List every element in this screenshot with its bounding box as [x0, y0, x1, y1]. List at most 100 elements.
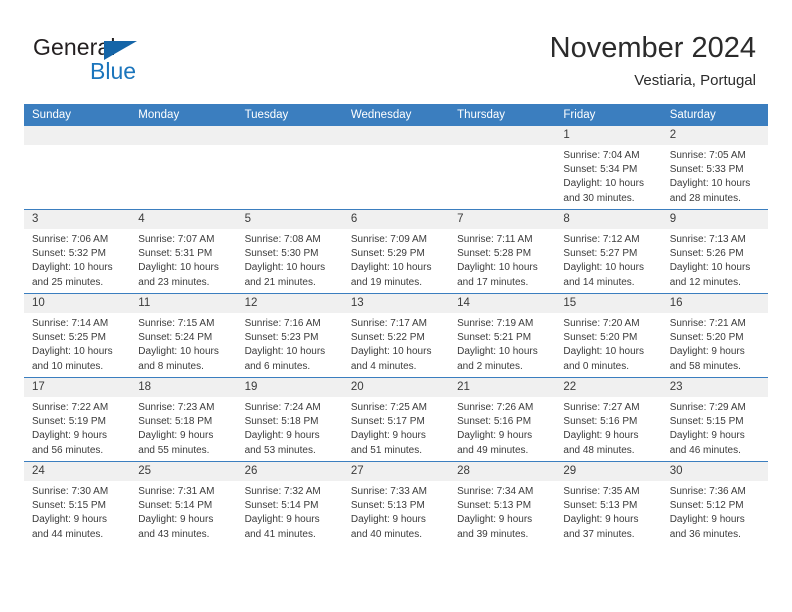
- day-cell-inner: 9 Sunrise: 7:13 AM Sunset: 5:26 PM Daylight…: [661, 210, 768, 293]
- calendar-day-cell[interactable]: 7 Sunrise: 7:11 AM Sunset: 5:28 PM Daylight…: [449, 209, 556, 294]
- sunset-text: Sunset: 5:13 PM: [457, 500, 532, 512]
- calendar-day-cell[interactable]: 27 Sunrise: 7:33 AM Sunset: 5:13 PM Dayligh…: [342, 461, 450, 545]
- day-number: 8: [555, 210, 662, 229]
- calendar-day-cell[interactable]: 2 Sunrise: 7:05 AM Sunset: 5:33 PM Daylight…: [661, 126, 768, 210]
- sunrise-text: Sunrise: 7:14 AM: [32, 318, 109, 329]
- page-title: November 2024: [549, 32, 756, 64]
- sunrise-text: Sunrise: 7:29 AM: [669, 402, 746, 413]
- day-cell-inner: 26 Sunrise: 7:32 AM Sunset: 5:14 PM Dayligh…: [236, 462, 343, 545]
- day-number: [236, 126, 343, 145]
- sunset-text: Sunset: 5:13 PM: [563, 500, 638, 512]
- calendar-day-cell[interactable]: 20 Sunrise: 7:25 AM Sunset: 5:17 PM Dayligh…: [342, 377, 450, 462]
- sunset-text: Sunset: 5:15 PM: [669, 416, 744, 428]
- calendar-day-cell[interactable]: 24 Sunrise: 7:30 AM Sunset: 5:15 PM Dayligh…: [24, 461, 131, 545]
- daylight-text: Daylight: 9 hours and 36 minutes.: [669, 514, 745, 540]
- day-cell-inner: 28 Sunrise: 7:34 AM Sunset: 5:13 PM Dayligh…: [449, 462, 556, 545]
- sunrise-text: Sunrise: 7:34 AM: [457, 486, 534, 497]
- daylight-text: Daylight: 10 hours and 30 minutes.: [563, 178, 645, 204]
- calendar-day-cell[interactable]: 19 Sunrise: 7:24 AM Sunset: 5:18 PM Dayligh…: [236, 377, 343, 462]
- sunrise-text: Sunrise: 7:06 AM: [32, 234, 109, 245]
- day-cell-inner: 24 Sunrise: 7:30 AM Sunset: 5:15 PM Dayligh…: [24, 462, 131, 545]
- calendar-day-cell[interactable]: 11 Sunrise: 7:15 AM Sunset: 5:24 PM Dayligh…: [130, 293, 237, 378]
- day-cell-inner: 16 Sunrise: 7:21 AM Sunset: 5:20 PM Dayligh…: [661, 294, 768, 377]
- calendar-day-cell[interactable]: 13 Sunrise: 7:17 AM Sunset: 5:22 PM Dayligh…: [342, 293, 450, 378]
- sunset-text: Sunset: 5:30 PM: [244, 248, 319, 260]
- day-number: 28: [449, 462, 556, 481]
- day-cell-inner: 18 Sunrise: 7:23 AM Sunset: 5:18 PM Dayligh…: [130, 378, 237, 461]
- calendar-day-cell[interactable]: 18 Sunrise: 7:23 AM Sunset: 5:18 PM Dayligh…: [130, 377, 237, 462]
- day-details: Sunrise: 7:36 AM Sunset: 5:12 PM Daylight:…: [662, 481, 768, 542]
- calendar-day-cell[interactable]: 21 Sunrise: 7:26 AM Sunset: 5:16 PM Dayligh…: [449, 377, 556, 462]
- day-number: 21: [449, 378, 556, 397]
- sunset-text: Sunset: 5:31 PM: [138, 248, 213, 260]
- sunrise-text: Sunrise: 7:16 AM: [244, 318, 321, 329]
- sunset-text: Sunset: 5:20 PM: [563, 332, 638, 344]
- calendar-day-cell[interactable]: 1 Sunrise: 7:04 AM Sunset: 5:34 PM Daylight…: [555, 126, 662, 210]
- calendar-day-cell[interactable]: 28 Sunrise: 7:34 AM Sunset: 5:13 PM Dayligh…: [449, 461, 556, 545]
- sunrise-text: Sunrise: 7:22 AM: [32, 402, 109, 413]
- calendar-week-row: 10 Sunrise: 7:14 AM Sunset: 5:25 PM Dayligh…: [24, 293, 768, 378]
- weekday-header-thursday: Thursday: [449, 104, 556, 126]
- calendar-page: General Blue November 2024 Vestiaria, Po…: [0, 0, 792, 612]
- calendar-day-cell[interactable]: 10 Sunrise: 7:14 AM Sunset: 5:25 PM Dayligh…: [24, 293, 131, 378]
- brand-logo[interactable]: General Blue: [33, 36, 213, 88]
- sunrise-text: Sunrise: 7:07 AM: [138, 234, 215, 245]
- calendar-day-cell-empty: [449, 126, 556, 210]
- calendar-day-cell[interactable]: 17 Sunrise: 7:22 AM Sunset: 5:19 PM Dayligh…: [24, 377, 131, 462]
- calendar-day-cell[interactable]: 4 Sunrise: 7:07 AM Sunset: 5:31 PM Daylight…: [130, 209, 237, 294]
- daylight-text: Daylight: 10 hours and 28 minutes.: [669, 178, 751, 204]
- sunrise-text: Sunrise: 7:31 AM: [138, 486, 215, 497]
- day-number: 7: [449, 210, 556, 229]
- sunset-text: Sunset: 5:16 PM: [563, 416, 638, 428]
- sunset-text: Sunset: 5:25 PM: [32, 332, 106, 344]
- calendar-day-cell[interactable]: 30 Sunrise: 7:36 AM Sunset: 5:12 PM Dayligh…: [661, 461, 768, 545]
- day-cell-inner: 2 Sunrise: 7:05 AM Sunset: 5:33 PM Daylight…: [661, 126, 768, 209]
- sunrise-text: Sunrise: 7:24 AM: [244, 402, 321, 413]
- day-number: 23: [661, 378, 768, 397]
- sunrise-text: Sunrise: 7:33 AM: [350, 486, 427, 497]
- calendar-day-cell[interactable]: 5 Sunrise: 7:08 AM Sunset: 5:30 PM Daylight…: [236, 209, 343, 294]
- calendar-day-cell[interactable]: 9 Sunrise: 7:13 AM Sunset: 5:26 PM Daylight…: [661, 209, 768, 294]
- day-cell-inner: 23 Sunrise: 7:29 AM Sunset: 5:15 PM Dayligh…: [661, 378, 768, 461]
- calendar-day-cell[interactable]: 8 Sunrise: 7:12 AM Sunset: 5:27 PM Daylight…: [555, 209, 662, 294]
- calendar-day-cell[interactable]: 14 Sunrise: 7:19 AM Sunset: 5:21 PM Dayligh…: [449, 293, 556, 378]
- day-number: 2: [661, 126, 768, 145]
- day-cell-inner: 21 Sunrise: 7:26 AM Sunset: 5:16 PM Dayligh…: [449, 378, 556, 461]
- calendar-day-cell[interactable]: 6 Sunrise: 7:09 AM Sunset: 5:29 PM Daylight…: [342, 209, 450, 294]
- calendar-day-cell[interactable]: 3 Sunrise: 7:06 AM Sunset: 5:32 PM Daylight…: [24, 209, 131, 294]
- sunset-text: Sunset: 5:33 PM: [669, 164, 744, 176]
- daylight-text: Daylight: 9 hours and 41 minutes.: [244, 514, 320, 540]
- calendar-day-cell[interactable]: 16 Sunrise: 7:21 AM Sunset: 5:20 PM Dayligh…: [661, 293, 768, 378]
- calendar-day-cell-empty: [236, 126, 343, 210]
- calendar-week-row: 3 Sunrise: 7:06 AM Sunset: 5:32 PM Daylight…: [24, 209, 768, 294]
- weekday-header-monday: Monday: [130, 104, 237, 126]
- calendar-day-cell[interactable]: 25 Sunrise: 7:31 AM Sunset: 5:14 PM Dayligh…: [130, 461, 237, 545]
- day-cell-inner: 12 Sunrise: 7:16 AM Sunset: 5:23 PM Dayligh…: [236, 294, 343, 377]
- day-number: [24, 126, 131, 145]
- day-details: Sunrise: 7:07 AM Sunset: 5:31 PM Daylight:…: [130, 229, 236, 290]
- sunrise-text: Sunrise: 7:17 AM: [350, 318, 427, 329]
- day-cell-inner: 27 Sunrise: 7:33 AM Sunset: 5:13 PM Dayligh…: [342, 462, 450, 545]
- day-cell-inner: 14 Sunrise: 7:19 AM Sunset: 5:21 PM Dayligh…: [449, 294, 556, 377]
- sunset-text: Sunset: 5:21 PM: [457, 332, 532, 344]
- day-number: 5: [236, 210, 343, 229]
- day-number: 29: [555, 462, 662, 481]
- day-cell-inner: 4 Sunrise: 7:07 AM Sunset: 5:31 PM Daylight…: [130, 210, 237, 293]
- sunrise-text: Sunrise: 7:20 AM: [563, 318, 640, 329]
- calendar-day-cell[interactable]: 15 Sunrise: 7:20 AM Sunset: 5:20 PM Dayligh…: [555, 293, 662, 378]
- calendar-day-cell[interactable]: 22 Sunrise: 7:27 AM Sunset: 5:16 PM Dayligh…: [555, 377, 662, 462]
- daylight-text: Daylight: 9 hours and 46 minutes.: [669, 430, 745, 456]
- day-cell-inner: 6 Sunrise: 7:09 AM Sunset: 5:29 PM Daylight…: [342, 210, 450, 293]
- calendar-day-cell[interactable]: 26 Sunrise: 7:32 AM Sunset: 5:14 PM Dayligh…: [236, 461, 343, 545]
- day-cell-inner: [342, 126, 450, 209]
- calendar-day-cell[interactable]: 29 Sunrise: 7:35 AM Sunset: 5:13 PM Dayligh…: [555, 461, 662, 545]
- calendar-day-cell[interactable]: 23 Sunrise: 7:29 AM Sunset: 5:15 PM Dayligh…: [661, 377, 768, 462]
- day-number: 12: [236, 294, 343, 313]
- calendar-day-cell-empty: [342, 126, 450, 210]
- day-details: Sunrise: 7:26 AM Sunset: 5:16 PM Daylight:…: [449, 397, 555, 458]
- day-details: [24, 145, 130, 149]
- calendar-day-cell[interactable]: 12 Sunrise: 7:16 AM Sunset: 5:23 PM Dayligh…: [236, 293, 343, 378]
- day-details: Sunrise: 7:34 AM Sunset: 5:13 PM Daylight:…: [449, 481, 555, 542]
- day-number: 10: [24, 294, 131, 313]
- day-details: Sunrise: 7:20 AM Sunset: 5:20 PM Daylight:…: [555, 313, 661, 374]
